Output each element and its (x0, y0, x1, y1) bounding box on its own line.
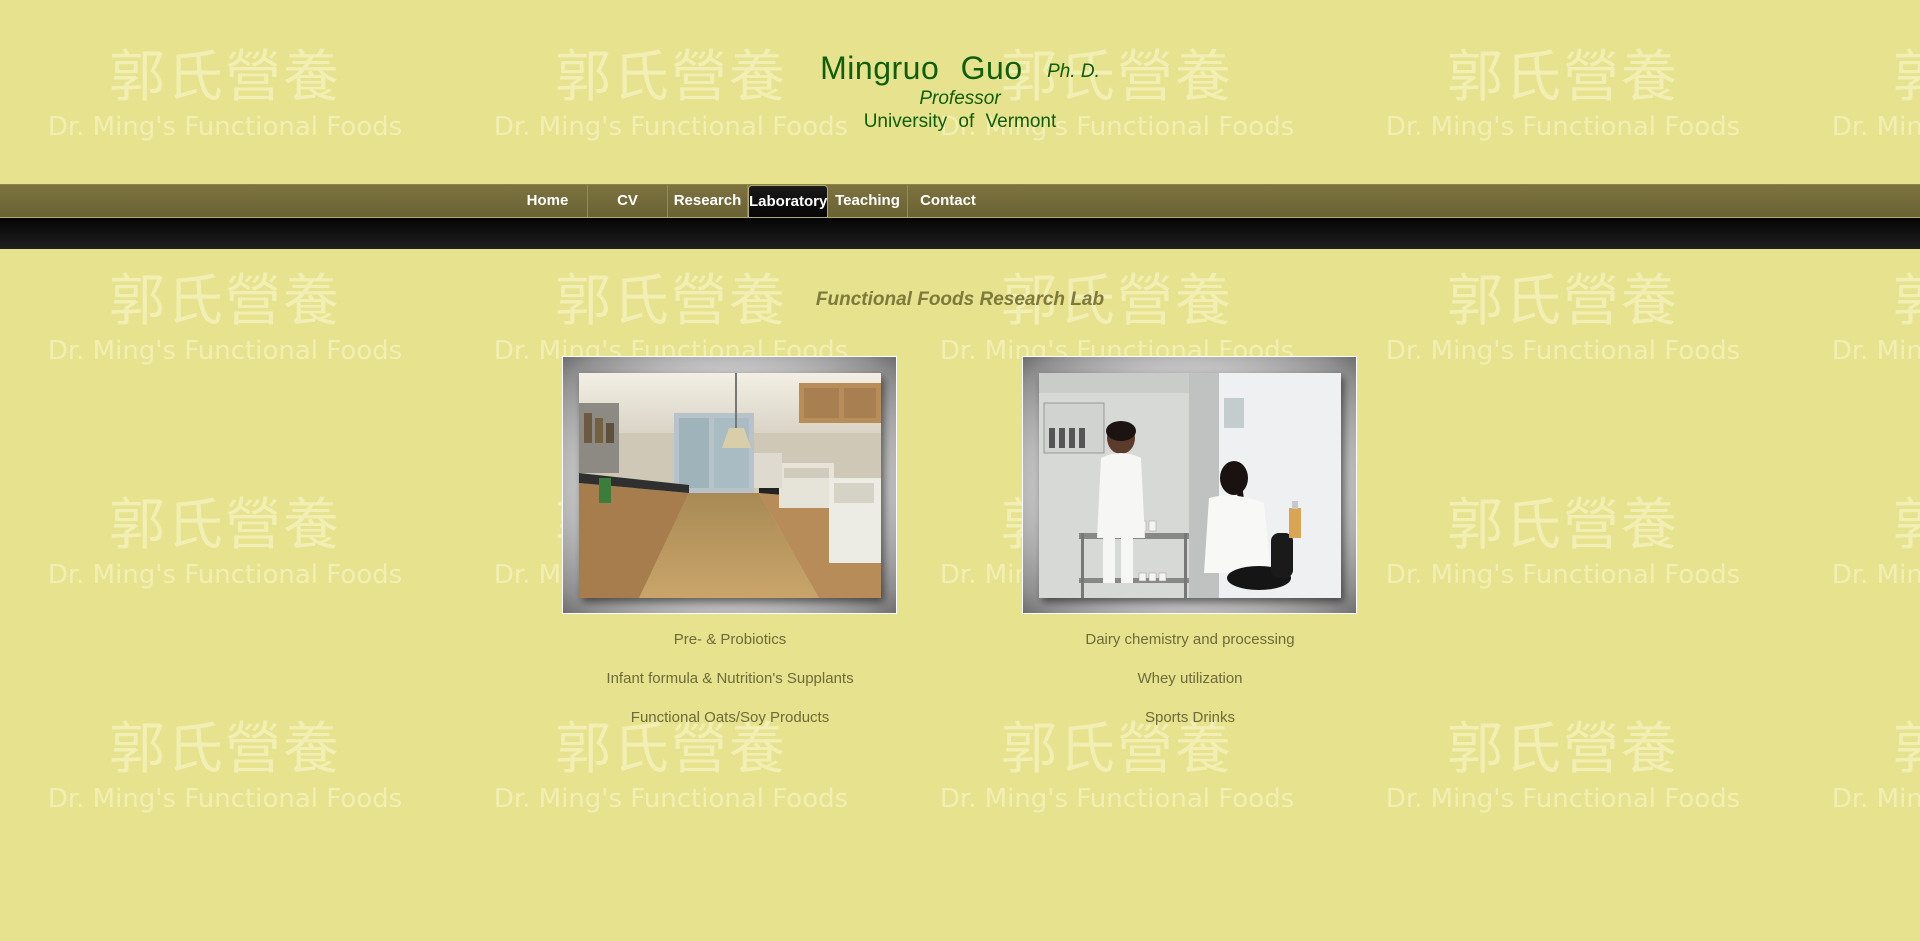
watermark-tile: 郭氏營養 Dr. Ming's Functional Foods (1819, 496, 1920, 591)
watermark-chinese-text: 郭氏營養 (109, 717, 341, 782)
watermark-english-text: Dr. Ming's Functional Foods (1385, 560, 1741, 590)
topic-whey-utilization: Whey utilization (1137, 670, 1243, 687)
watermark-tile: 郭氏營養Dr. Ming's Functional Foods (927, 272, 1307, 367)
watermark-english-text: Dr. Ming's Functional Foods (1831, 784, 1920, 814)
watermark-chinese-text: 郭氏營養 (1447, 717, 1679, 782)
watermark-english-text: Dr. Ming's Functional Foods (47, 560, 403, 590)
watermark-tile: 郭氏營養Dr. Ming's Functional Foods (1819, 272, 1920, 367)
topic-oats-soy: Functional Oats/Soy Products (630, 709, 830, 726)
topic-dairy-chemistry: Dairy chemistry and processing (1085, 631, 1295, 648)
watermark-tile: 郭氏營養Dr. Ming's Functional Foods (481, 272, 861, 367)
watermark-english-text: Dr. Ming's Functional Foods (1385, 336, 1741, 366)
watermark-tile: 郭氏營養 Dr. Ming's Functional Foods (1819, 720, 1920, 815)
right-research-topics: Dairy chemistry and processing Whey util… (990, 630, 1390, 747)
page-title: Functional Foods Research Lab (815, 289, 1105, 310)
watermark-tile: 郭氏營養Dr. Ming's Functional Foods (35, 272, 415, 367)
watermark-chinese-text: 郭氏營養 (1447, 493, 1679, 558)
nav-item-home[interactable]: Home (508, 185, 588, 217)
watermark-tile: 郭氏營養Dr. Ming's Functional Foods (1373, 272, 1753, 367)
nav-item-contact[interactable]: Contact (908, 185, 988, 217)
watermark-english-text: Dr. Ming's Functional Foods (493, 784, 849, 814)
nav-bar: Home CV Research Laboratory Teaching Con… (0, 184, 1920, 218)
students-photo-frame (1022, 356, 1357, 614)
watermark-english-text: Dr. Ming's Functional Foods (47, 336, 403, 366)
university-name: University of Vermont (863, 111, 1057, 132)
degree: Ph. D. (1047, 61, 1100, 82)
watermark-english-text: Dr. Ming's Functional Foods (939, 784, 1295, 814)
name-line: Mingruo Guo Ph. D. (0, 50, 1920, 87)
nav-item-research[interactable]: Research (668, 185, 748, 217)
nav-menu: Home CV Research Laboratory Teaching Con… (508, 185, 988, 217)
lab-photo-frame (562, 356, 897, 614)
watermark-tile: 郭氏營養Dr. Ming's Functional Foods (35, 717, 415, 815)
lab-interior-photo (579, 373, 881, 598)
professor-title: Professor (919, 88, 1001, 109)
nav-item-teaching[interactable]: Teaching (828, 185, 908, 217)
professor-name: Mingruo Guo (820, 50, 1023, 86)
watermark-tile: 郭氏營養Dr. Ming's Functional Foods (35, 493, 415, 591)
site-header: Mingruo Guo Ph. D. Professor University … (0, 0, 1920, 184)
watermark-chinese-text: 郭氏營養 (1819, 720, 1920, 780)
watermark-english-text: Dr. Ming's Functional Foods (47, 784, 403, 814)
watermark-english-text: Dr. Ming's Functional Foods (1385, 784, 1741, 814)
topic-sports-drinks: Sports Drinks (1144, 709, 1236, 726)
students-lab-photo (1039, 373, 1341, 598)
nav-item-cv[interactable]: CV (588, 185, 668, 217)
watermark-chinese-text: 郭氏營養 (109, 493, 341, 558)
watermark-english-text: Dr. Ming's Functional Foods (1831, 560, 1920, 590)
sub-nav-bar (0, 218, 1920, 249)
watermark-english-text: Dr. Ming's Functional Foods (1831, 336, 1920, 366)
watermark-tile: 郭氏營養Dr. Ming's Functional Foods (1373, 493, 1753, 591)
left-research-topics: Pre- & Probiotics Infant formula & Nutri… (530, 630, 930, 747)
nav-item-laboratory[interactable]: Laboratory (748, 185, 828, 217)
page: 郭氏營養 Dr. Ming's Functional Foods 郭氏營養 Dr. M… (0, 0, 1920, 941)
watermark-tile: 郭氏營養Dr. Ming's Functional Foods (1373, 717, 1753, 815)
topic-infant-formula: Infant formula & Nutrition's Supplants (606, 670, 854, 687)
topic-probiotics: Pre- & Probiotics (673, 631, 787, 648)
watermark-chinese-text: 郭氏營養 (1819, 496, 1920, 556)
